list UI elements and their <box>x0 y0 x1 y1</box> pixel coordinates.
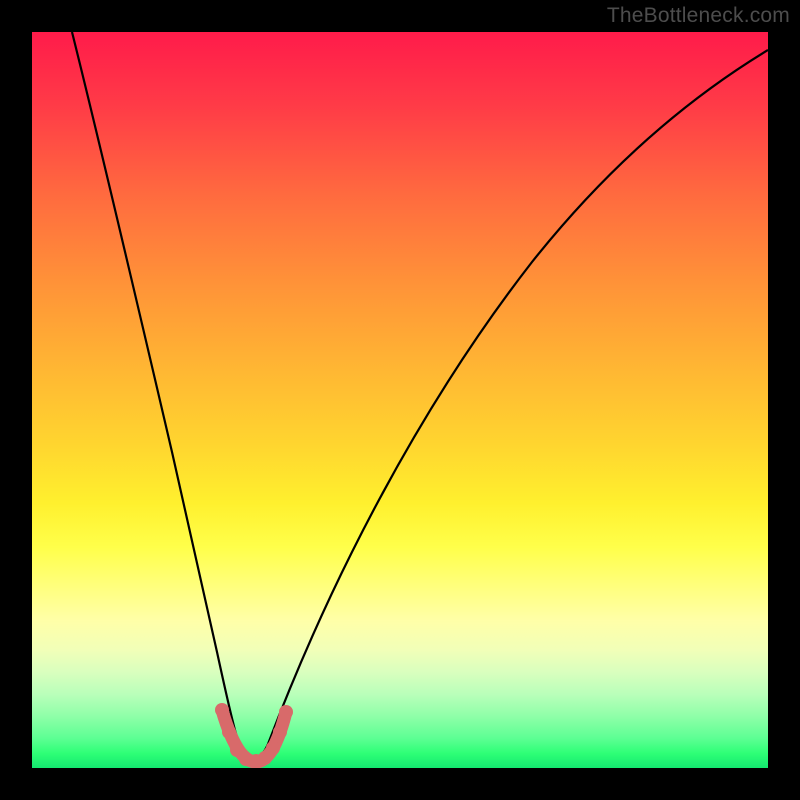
bottleneck-curve-right <box>268 50 768 744</box>
optimal-marker-group <box>215 703 293 768</box>
curve-group <box>72 32 768 758</box>
watermark-text: TheBottleneck.com <box>607 4 790 28</box>
marker-dot <box>266 741 280 755</box>
marker-dot <box>273 725 287 739</box>
bottleneck-curve-left <box>72 32 240 747</box>
marker-dot <box>279 705 293 719</box>
gradient-plot-area <box>32 32 768 768</box>
bottleneck-curve-svg <box>32 32 768 768</box>
marker-dot <box>222 725 236 739</box>
marker-dot <box>215 703 229 717</box>
